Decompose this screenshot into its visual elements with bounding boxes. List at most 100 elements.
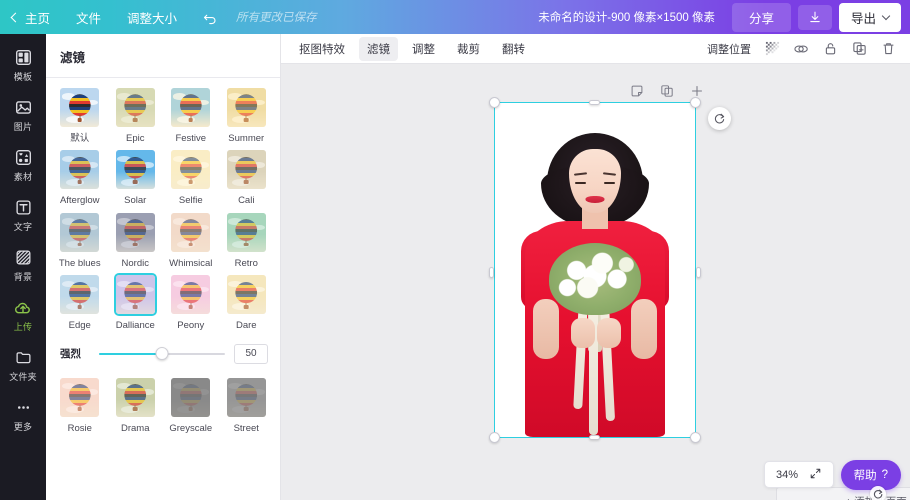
filter-option-the-blues[interactable]: The blues — [52, 211, 108, 269]
copy-page-icon[interactable] — [660, 84, 674, 98]
photo-hand-right — [597, 318, 621, 348]
add-page-icon[interactable] — [690, 84, 704, 98]
filter-name: The blues — [58, 257, 101, 269]
thumb-filter-tint — [226, 212, 266, 252]
position-button[interactable]: 调整位置 — [707, 41, 751, 57]
expand-icon[interactable] — [809, 467, 822, 483]
resize-handle-bottom-center[interactable] — [589, 435, 600, 440]
canva-editor-window: 主页 文件 调整大小 所有更改已保存 未命名的设计-900 像素×1500 像素… — [0, 0, 910, 500]
thumb-filter-tint — [60, 150, 100, 190]
tab-filters[interactable]: 滤镜 — [359, 36, 398, 61]
resize-handle-top-left[interactable] — [489, 97, 500, 108]
photo-arm-left — [533, 299, 559, 359]
sidebar-item-elements[interactable]: 素材 — [0, 142, 46, 188]
document-title: 未命名的设计-900 像素×1500 像素 — [538, 12, 715, 24]
sidebar-label: 图片 — [13, 121, 33, 132]
top-bar-actions: 未命名的设计-900 像素×1500 像素 分享 导出 — [538, 2, 910, 32]
zoom-control[interactable]: 34% — [763, 461, 834, 488]
rotate-handle[interactable] — [708, 107, 731, 130]
filter-option-summer[interactable]: Summer — [219, 86, 275, 144]
help-button[interactable]: 帮助 ? — [840, 460, 901, 490]
filter-option-cali[interactable]: Cali — [219, 148, 275, 206]
download-button[interactable] — [797, 4, 832, 30]
filter-option-dare[interactable]: Dare — [219, 273, 275, 331]
tab-cutout-effects[interactable]: 抠图特效 — [291, 37, 353, 61]
export-button[interactable]: 导出 — [838, 2, 901, 32]
menu-file[interactable]: 文件 — [76, 8, 101, 27]
chevron-left-icon — [10, 12, 21, 22]
share-button[interactable]: 分享 — [731, 2, 791, 32]
tab-flip[interactable]: 翻转 — [494, 37, 533, 61]
filter-option-dalliance[interactable]: Dalliance — [108, 273, 164, 331]
filter-name: Rosie — [67, 422, 92, 434]
filter-option-retro[interactable]: Retro — [219, 211, 275, 269]
filter-name: Dalliance — [115, 320, 155, 332]
balloon-thumb-art — [115, 88, 155, 127]
lock-icon[interactable] — [822, 41, 838, 57]
sidebar-item-templates[interactable]: 模板 — [0, 42, 46, 88]
resize-handle-bottom-right[interactable] — [690, 432, 701, 443]
filter-option-street[interactable]: Street — [219, 376, 275, 434]
filter-option-festive[interactable]: Festive — [163, 86, 219, 144]
save-status: 所有更改已保存 — [236, 12, 317, 24]
filter-option-rosie[interactable]: Rosie — [52, 376, 108, 434]
resize-handle-middle-right[interactable] — [696, 267, 701, 278]
note-icon[interactable] — [630, 84, 644, 98]
thumb-filter-tint — [60, 88, 99, 127]
undo-button[interactable] — [203, 10, 218, 25]
link-icon[interactable] — [793, 41, 809, 57]
filter-option-peony[interactable]: Peony — [163, 273, 219, 331]
filter-option-edge[interactable]: Edge — [52, 273, 108, 331]
resize-handle-top-center[interactable] — [589, 100, 600, 105]
home-back-button[interactable]: 主页 — [10, 8, 50, 27]
balloon-thumb-art — [60, 377, 100, 417]
filter-thumbnail — [58, 376, 101, 419]
filter-thumbnail — [225, 148, 268, 191]
filter-option-greyscale[interactable]: Greyscale — [163, 376, 219, 434]
sidebar-label: 素材 — [13, 171, 33, 182]
filter-thumbnail — [169, 86, 212, 129]
folder-icon — [13, 348, 33, 368]
sidebar-label: 文件夹 — [9, 371, 37, 382]
photo-arm-right — [631, 299, 657, 359]
thumb-filter-tint — [171, 212, 211, 252]
sidebar-item-upload[interactable]: 上传 — [0, 292, 46, 338]
transparency-icon[interactable] — [764, 41, 780, 57]
resize-handle-bottom-left[interactable] — [489, 432, 500, 443]
slider-knob[interactable] — [155, 347, 169, 361]
sidebar-item-text[interactable]: 文字 — [0, 192, 46, 238]
resize-handle-top-right[interactable] — [690, 97, 701, 108]
sidebar-item-photos[interactable]: 图片 — [0, 92, 46, 138]
filter-option-默认[interactable]: 默认 — [52, 86, 108, 144]
sidebar-item-background[interactable]: 背景 — [0, 242, 46, 288]
filter-option-whimsical[interactable]: Whimsical — [163, 211, 219, 269]
photo-woman-with-bouquet[interactable] — [495, 103, 695, 437]
intensity-slider[interactable] — [99, 347, 225, 361]
filter-name: Peony — [177, 320, 205, 332]
filter-option-afterglow[interactable]: Afterglow — [52, 148, 108, 206]
filter-option-selfie[interactable]: Selfie — [163, 148, 219, 206]
tab-crop[interactable]: 裁剪 — [449, 37, 488, 61]
filter-option-drama[interactable]: Drama — [108, 376, 164, 434]
tab-adjust[interactable]: 调整 — [404, 37, 443, 61]
filter-option-epic[interactable]: Epic — [108, 86, 164, 144]
intensity-value[interactable]: 50 — [234, 343, 268, 364]
duplicate-icon[interactable] — [851, 41, 867, 57]
balloon-thumb-art — [60, 88, 100, 127]
thumb-filter-tint — [115, 275, 155, 315]
sidebar-item-more[interactable]: 更多 — [0, 392, 46, 438]
filter-thumbnail — [225, 376, 268, 419]
filter-name: Festive — [175, 133, 207, 144]
rotate-icon — [714, 113, 725, 124]
menu-resize[interactable]: 调整大小 — [127, 8, 177, 27]
sidebar-item-folder[interactable]: 文件夹 — [0, 342, 46, 388]
resize-handle-middle-left[interactable] — [489, 267, 494, 278]
filter-option-solar[interactable]: Solar — [108, 148, 164, 206]
trash-icon[interactable] — [880, 41, 896, 57]
filter-name: Nordic — [121, 257, 149, 269]
design-page[interactable] — [489, 97, 731, 443]
filter-name: Drama — [120, 422, 150, 434]
filter-option-nordic[interactable]: Nordic — [108, 211, 164, 269]
balloon-thumb-art — [115, 212, 155, 252]
balloon-thumb-art — [115, 377, 155, 417]
